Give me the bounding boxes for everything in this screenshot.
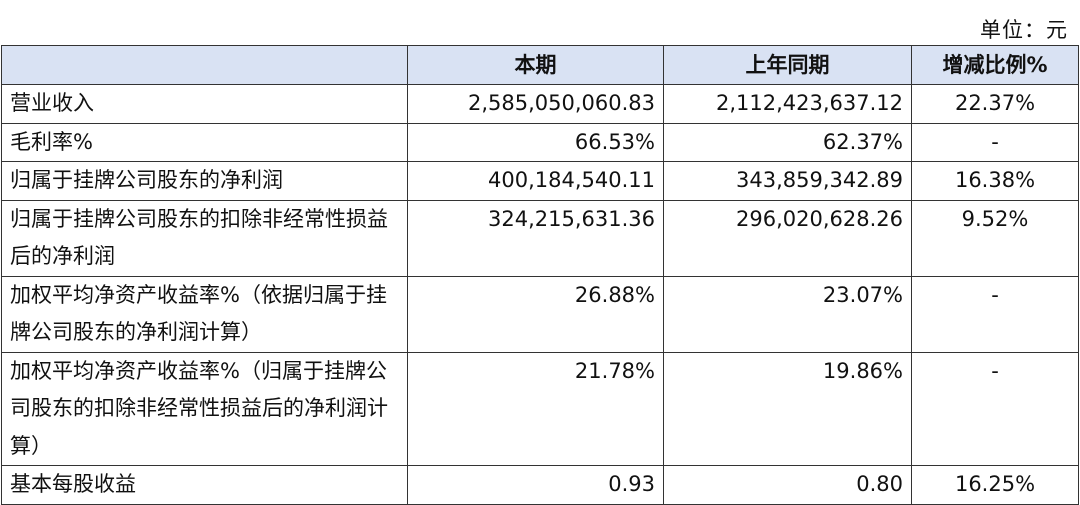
- current-value: 2,585,050,060.83: [407, 84, 664, 124]
- row-label: 归属于挂牌公司股东的净利润: [1, 161, 408, 201]
- change-value: 16.38%: [911, 161, 1079, 201]
- current-value: 324,215,631.36: [407, 199, 664, 277]
- table-row: 归属于挂牌公司股东的扣除非经常性损益后的净利润 324,215,631.36 2…: [1, 199, 1079, 277]
- change-value: -: [911, 122, 1079, 162]
- previous-value: 296,020,628.26: [663, 199, 912, 277]
- change-value: 9.52%: [911, 199, 1079, 277]
- row-label: 归属于挂牌公司股东的扣除非经常性损益后的净利润: [1, 199, 408, 277]
- table-row: 毛利率% 66.53% 62.37% -: [1, 122, 1079, 162]
- previous-value: 0.80: [663, 465, 912, 505]
- current-value: 400,184,540.11: [407, 161, 664, 201]
- table-row: 加权平均净资产收益率%（归属于挂牌公司股东的扣除非经常性损益后的净利润计算） 2…: [1, 351, 1079, 466]
- table-row: 基本每股收益 0.93 0.80 16.25%: [1, 465, 1079, 505]
- change-value: 16.25%: [911, 465, 1079, 505]
- row-label: 加权平均净资产收益率%（归属于挂牌公司股东的扣除非经常性损益后的净利润计算）: [1, 351, 408, 466]
- previous-value: 343,859,342.89: [663, 161, 912, 201]
- financial-table: 本期 上年同期 增减比例% 营业收入 2,585,050,060.83 2,11…: [1, 45, 1079, 505]
- change-value: 22.37%: [911, 84, 1079, 124]
- header-blank: [1, 45, 408, 85]
- table-row: 营业收入 2,585,050,060.83 2,112,423,637.12 2…: [1, 84, 1079, 124]
- current-value: 0.93: [407, 465, 664, 505]
- current-value: 66.53%: [407, 122, 664, 162]
- row-label: 加权平均净资产收益率%（依据归属于挂牌公司股东的净利润计算）: [1, 275, 408, 353]
- row-label: 基本每股收益: [1, 465, 408, 505]
- current-value: 26.88%: [407, 275, 664, 353]
- previous-value: 19.86%: [663, 351, 912, 466]
- change-value: -: [911, 275, 1079, 353]
- table-header-row: 本期 上年同期 增减比例%: [1, 45, 1079, 85]
- change-value: -: [911, 351, 1079, 466]
- previous-value: 62.37%: [663, 122, 912, 162]
- previous-value: 2,112,423,637.12: [663, 84, 912, 124]
- table-row: 加权平均净资产收益率%（依据归属于挂牌公司股东的净利润计算） 26.88% 23…: [1, 275, 1079, 353]
- unit-label: 单位：元: [980, 18, 1068, 42]
- previous-value: 23.07%: [663, 275, 912, 353]
- current-value: 21.78%: [407, 351, 664, 466]
- header-previous-period: 上年同期: [663, 45, 912, 85]
- row-label: 毛利率%: [1, 122, 408, 162]
- row-label: 营业收入: [1, 84, 408, 124]
- header-current-period: 本期: [407, 45, 664, 85]
- table-row: 归属于挂牌公司股东的净利润 400,184,540.11 343,859,342…: [1, 161, 1079, 201]
- header-change-percent: 增减比例%: [911, 45, 1079, 85]
